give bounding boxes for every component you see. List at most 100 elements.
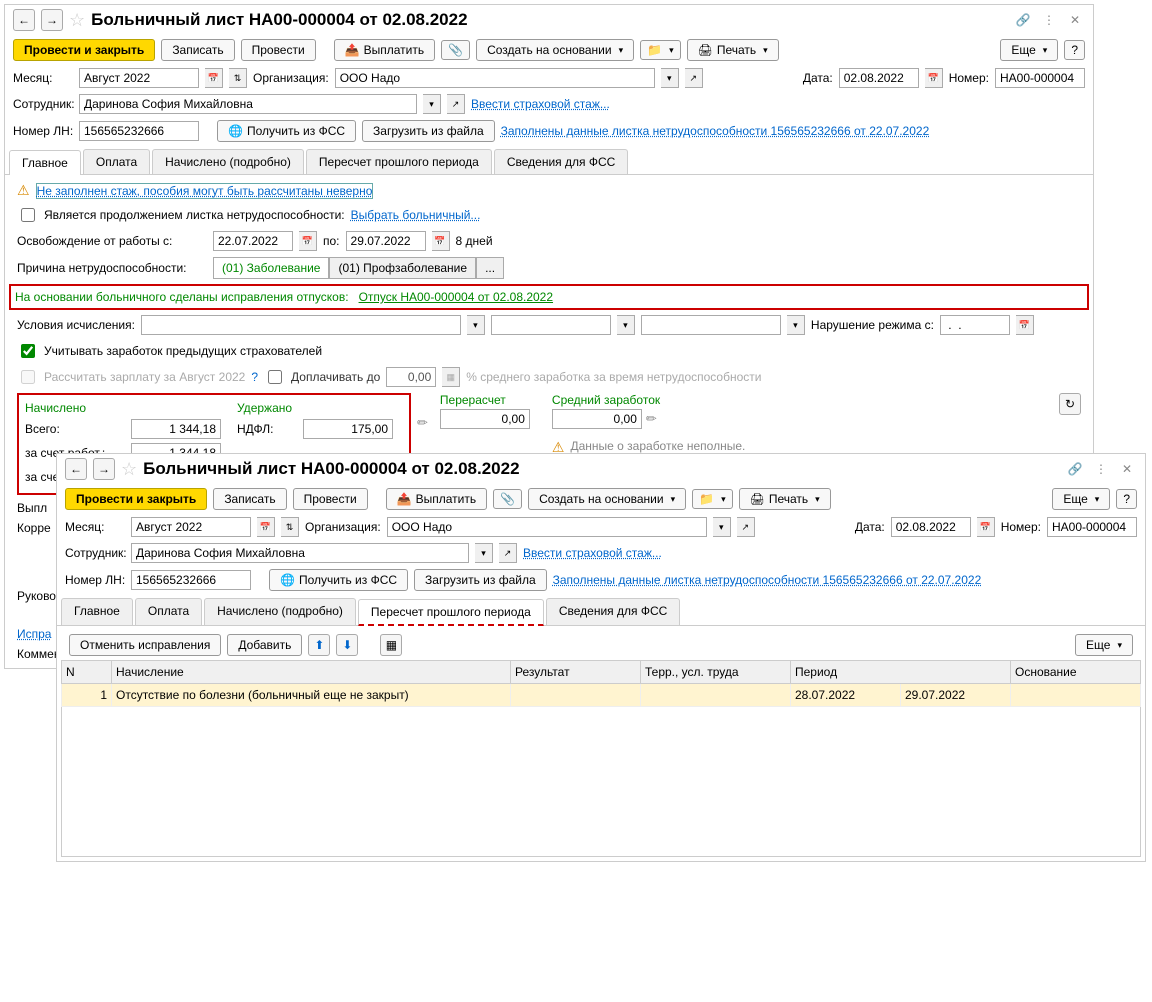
emp-input[interactable] [131, 543, 469, 563]
prev-earnings-checkbox[interactable] [21, 344, 35, 358]
get-fss-button[interactable]: 🌐 Получить из ФСС [269, 569, 408, 591]
fix-link[interactable]: Испра [17, 627, 51, 641]
post-button[interactable]: Провести [241, 39, 316, 61]
calendar-icon[interactable]: 📅 [299, 231, 317, 251]
org-input[interactable] [387, 517, 707, 537]
more-button[interactable]: Еще [1075, 634, 1133, 656]
dropdown-icon[interactable]: ▾ [475, 543, 493, 563]
spinner-icon[interactable]: ⇅ [229, 68, 247, 88]
tab-pay[interactable]: Оплата [135, 598, 202, 625]
cond-input-2[interactable] [491, 315, 611, 335]
nav-back[interactable]: ← [65, 458, 87, 480]
calendar-icon[interactable]: 📅 [977, 517, 995, 537]
close-icon[interactable]: ✕ [1065, 10, 1085, 30]
link-icon[interactable]: 🔗 [1013, 10, 1033, 30]
kebab-icon[interactable]: ⋮ [1039, 10, 1059, 30]
calendar-icon[interactable]: 📅 [925, 68, 943, 88]
spinner-icon[interactable]: ⇅ [281, 517, 299, 537]
tab-accrued[interactable]: Начислено (подробно) [152, 149, 304, 174]
link-icon[interactable]: 🔗 [1065, 459, 1085, 479]
select-sick-link[interactable]: Выбрать больничный... [351, 208, 481, 222]
insurance-link[interactable]: Ввести страховой стаж... [523, 546, 662, 560]
open-icon[interactable]: ↗ [685, 68, 703, 88]
month-input[interactable] [131, 517, 251, 537]
tab-main[interactable]: Главное [9, 150, 81, 175]
post-close-button[interactable]: Провести и закрыть [65, 488, 207, 510]
get-fss-button[interactable]: 🌐 Получить из ФСС [217, 120, 356, 142]
cause-01[interactable]: (01) Заболевание [213, 257, 329, 279]
load-file-button[interactable]: Загрузить из файла [362, 120, 495, 142]
num-input[interactable] [1047, 517, 1137, 537]
col-accrual[interactable]: Начисление [112, 661, 511, 684]
filled-link[interactable]: Заполнены данные листка нетрудоспособнос… [501, 124, 930, 138]
add-button[interactable]: Добавить [227, 634, 302, 656]
num-input[interactable] [995, 68, 1085, 88]
emp-input[interactable] [79, 94, 417, 114]
warn-link[interactable]: Не заполнен стаж, пособия могут быть рас… [36, 183, 374, 199]
move-up-button[interactable]: ⬆ [308, 634, 330, 656]
open-icon[interactable]: ↗ [737, 517, 755, 537]
col-terr[interactable]: Терр., усл. труда [641, 661, 791, 684]
correction-link[interactable]: Отпуск НА00-000004 от 02.08.2022 [359, 290, 553, 304]
calendar-icon[interactable]: 📅 [432, 231, 450, 251]
nav-back[interactable]: ← [13, 9, 35, 31]
dropdown-icon[interactable]: ▾ [787, 315, 805, 335]
move-down-button[interactable]: ⬇ [336, 634, 358, 656]
folder-button[interactable]: 📁 [692, 489, 732, 509]
load-file-button[interactable]: Загрузить из файла [414, 569, 547, 591]
dropdown-icon[interactable]: ▾ [713, 517, 731, 537]
tab-recalc[interactable]: Пересчет прошлого периода [358, 599, 544, 626]
date-input[interactable] [891, 517, 971, 537]
tab-recalc[interactable]: Пересчет прошлого периода [306, 149, 492, 174]
col-basis[interactable]: Основание [1011, 661, 1141, 684]
total-input[interactable] [131, 419, 221, 439]
table-row[interactable]: 1 Отсутствие по болезни (больничный еще … [62, 684, 1141, 707]
date-from-input[interactable] [213, 231, 293, 251]
print-button[interactable]: 🖨 Печать [687, 39, 779, 61]
star-icon[interactable]: ☆ [69, 10, 85, 31]
post-close-button[interactable]: Провести и закрыть [13, 39, 155, 61]
calendar-icon[interactable]: 📅 [1016, 315, 1034, 335]
avg-input[interactable] [552, 409, 642, 429]
dropdown-icon[interactable]: ▾ [467, 315, 485, 335]
more-button[interactable]: Еще [1052, 488, 1110, 510]
kebab-icon[interactable]: ⋮ [1091, 459, 1111, 479]
supplement-checkbox[interactable] [268, 370, 282, 384]
attach-button[interactable]: 📎 [441, 40, 470, 60]
continuation-checkbox[interactable] [21, 208, 35, 222]
cond-input-1[interactable] [141, 315, 461, 335]
col-period[interactable]: Период [791, 661, 1011, 684]
folder-button[interactable]: 📁 [640, 40, 680, 60]
pencil-icon[interactable]: ✏ [417, 415, 428, 431]
save-button[interactable]: Записать [161, 39, 234, 61]
cause-more[interactable]: ... [476, 257, 504, 279]
dropdown-icon[interactable]: ▾ [423, 94, 441, 114]
pay-button[interactable]: 📤 Выплатить [334, 39, 435, 61]
tab-main[interactable]: Главное [61, 598, 133, 625]
month-input[interactable] [79, 68, 199, 88]
ndfl-input[interactable] [303, 419, 393, 439]
calendar-icon[interactable]: 📅 [205, 68, 223, 88]
calendar-icon[interactable]: 📅 [257, 517, 275, 537]
post-button[interactable]: Провести [293, 488, 368, 510]
ln-input[interactable] [131, 570, 251, 590]
cause-02[interactable]: (01) Профзаболевание [329, 257, 476, 279]
date-input[interactable] [839, 68, 919, 88]
dropdown-icon[interactable]: ▾ [617, 315, 635, 335]
help-button[interactable]: ? [1116, 489, 1137, 509]
pay-button[interactable]: 📤 Выплатить [386, 488, 487, 510]
cancel-corrections-button[interactable]: Отменить исправления [69, 634, 221, 656]
star-icon[interactable]: ☆ [121, 459, 137, 480]
open-icon[interactable]: ↗ [499, 543, 517, 563]
col-n[interactable]: N [62, 661, 112, 684]
dropdown-icon[interactable]: ▾ [661, 68, 679, 88]
col-result[interactable]: Результат [511, 661, 641, 684]
date-to-input[interactable] [346, 231, 426, 251]
open-icon[interactable]: ↗ [447, 94, 465, 114]
create-based-button[interactable]: Создать на основании [528, 488, 686, 510]
nav-fwd[interactable]: → [93, 458, 115, 480]
refresh-button[interactable]: ↻ [1059, 393, 1081, 415]
tab-pay[interactable]: Оплата [83, 149, 150, 174]
recalc-input[interactable] [440, 409, 530, 429]
tab-fss[interactable]: Сведения для ФСС [494, 149, 628, 174]
